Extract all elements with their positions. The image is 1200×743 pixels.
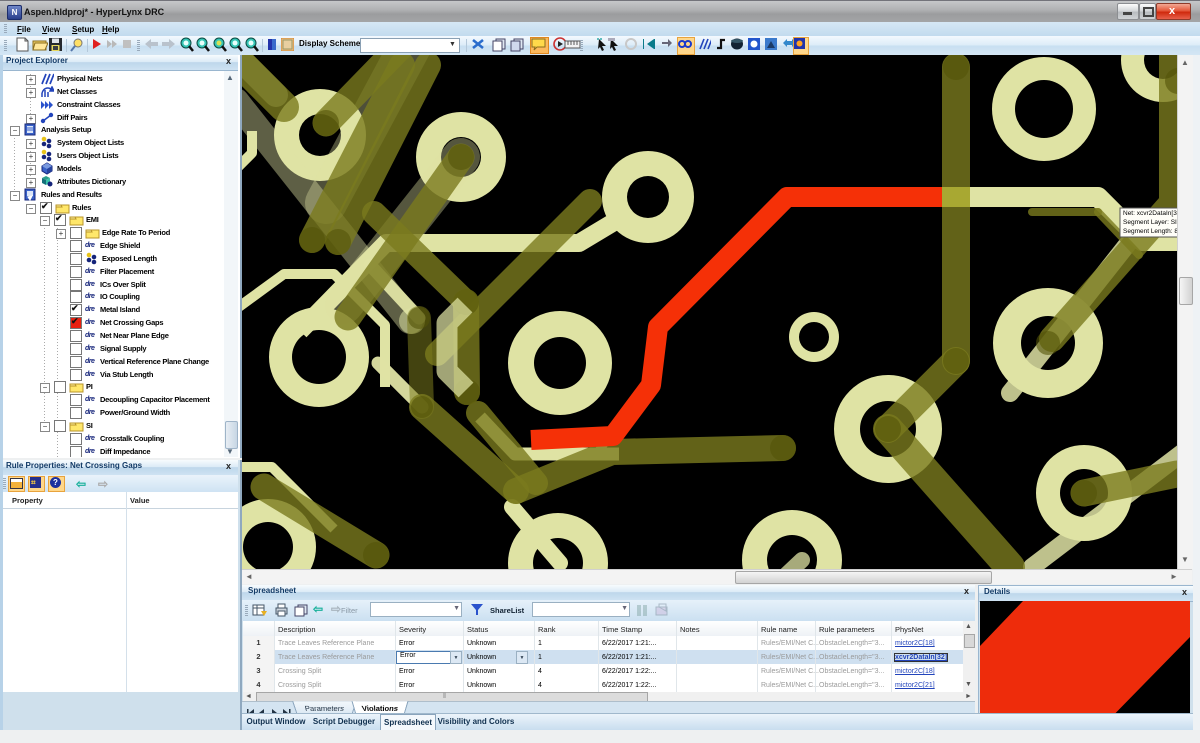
svg-text:Net: xcvr2DataIn[32]: Net: xcvr2DataIn[32] (1123, 210, 1177, 217)
svg-text:Segment Layer: SIGI: Segment Layer: SIGI (1123, 219, 1177, 226)
svg-text:Segment Length: 8.4: Segment Length: 8.4 (1123, 228, 1177, 235)
